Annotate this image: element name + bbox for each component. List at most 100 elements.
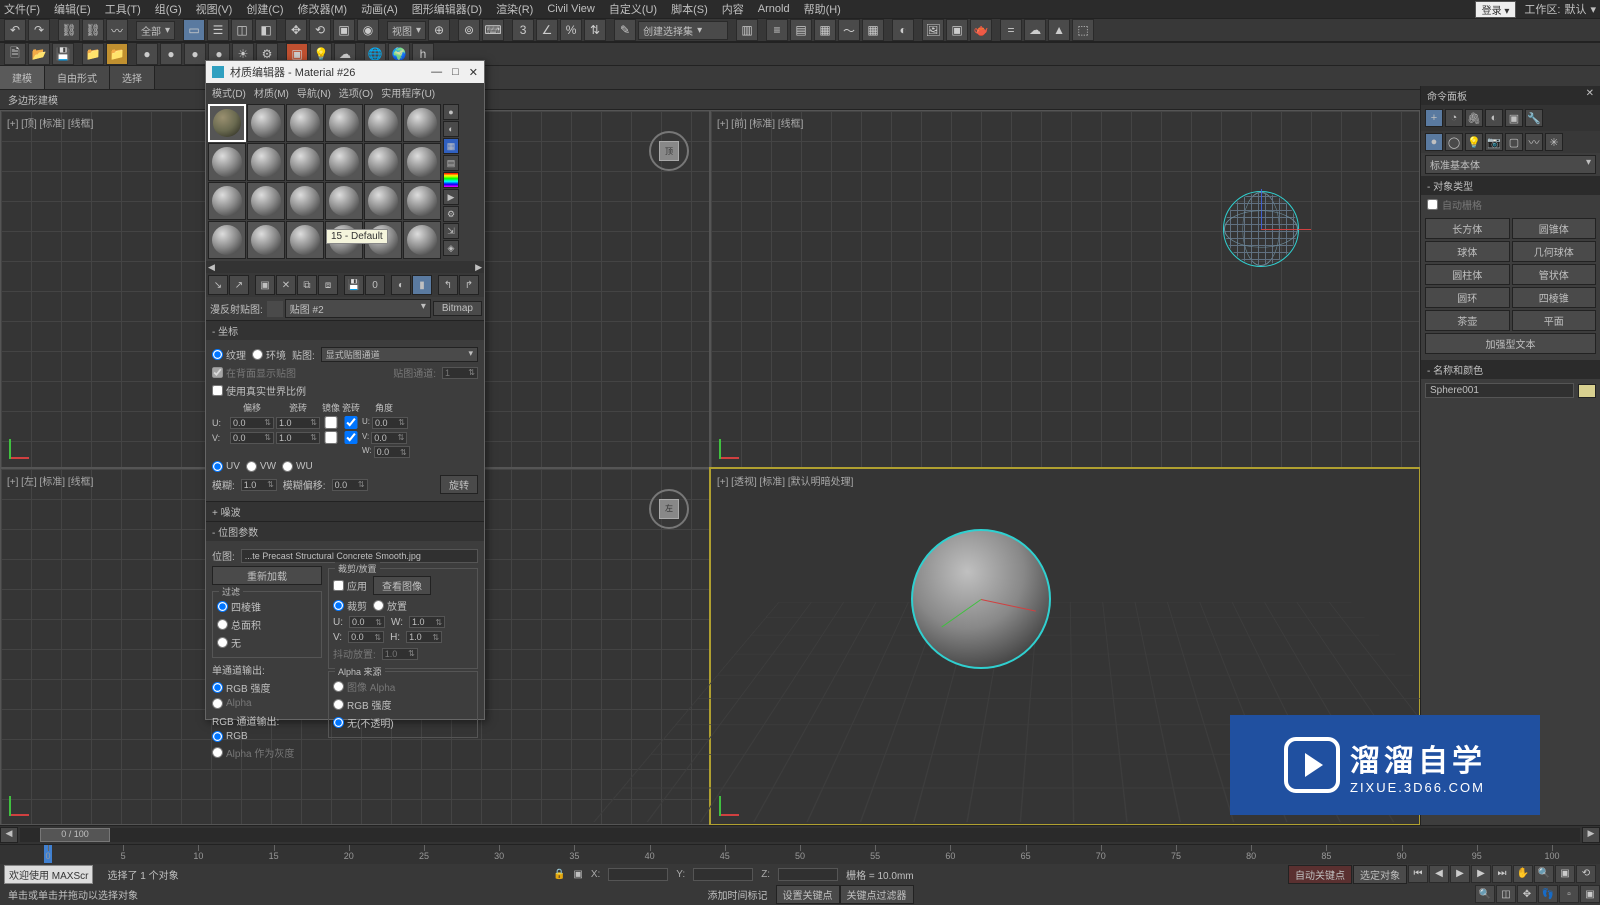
- radio-environ[interactable]: [252, 349, 263, 360]
- coord-z-input[interactable]: [778, 868, 838, 881]
- bluroff-spinner[interactable]: 0.0: [332, 479, 368, 491]
- render-button[interactable]: 🫖: [970, 19, 992, 41]
- menu-create[interactable]: 创建(C): [246, 1, 283, 17]
- viewcube-left[interactable]: 左: [649, 489, 689, 529]
- viewcube-top[interactable]: 顶: [649, 131, 689, 171]
- reload-button[interactable]: 重新加载: [212, 566, 322, 585]
- refcoord-dropdown[interactable]: 视图 ▾: [387, 21, 426, 40]
- ribbon-tab-selection[interactable]: 选择: [110, 66, 155, 89]
- zoom-ext-icon[interactable]: ▣: [1555, 865, 1575, 883]
- editnamed-button[interactable]: ✎: [614, 19, 636, 41]
- make-unique-icon[interactable]: ⧈: [318, 275, 338, 295]
- mono-rgb[interactable]: [212, 682, 223, 693]
- grid-button[interactable]: =: [1000, 19, 1022, 41]
- menu-group[interactable]: 组(G): [155, 1, 182, 17]
- v-offset-spinner[interactable]: 0.0: [230, 432, 274, 444]
- select-button[interactable]: ▭: [183, 19, 205, 41]
- menu-civilview[interactable]: Civil View: [547, 3, 594, 15]
- get-material-icon[interactable]: ↘: [208, 275, 228, 295]
- assign-to-sel-icon[interactable]: ▣: [255, 275, 275, 295]
- object-name-field[interactable]: Sphere001: [1425, 383, 1574, 398]
- subtab-cameras[interactable]: 📷: [1485, 133, 1503, 151]
- background-icon[interactable]: ▦: [443, 138, 459, 154]
- material-slot[interactable]: [403, 182, 441, 220]
- crop-crop[interactable]: [333, 600, 344, 611]
- sample-type-icon[interactable]: ●: [443, 104, 459, 120]
- w-angle-spinner[interactable]: 0.0: [374, 446, 410, 458]
- material-map-nav-icon[interactable]: ◈: [443, 240, 459, 256]
- radio-vw[interactable]: [246, 461, 257, 472]
- btn-plane[interactable]: 平面: [1512, 310, 1597, 331]
- view-image-button[interactable]: 查看图像: [373, 576, 431, 595]
- jitter-spinner[interactable]: 1.0: [382, 648, 418, 660]
- material-slot[interactable]: [364, 104, 402, 142]
- nav-pan-icon[interactable]: ✥: [1517, 885, 1537, 903]
- workspace-selector[interactable]: 工作区: 默认 ▾: [1524, 1, 1596, 17]
- layer-button[interactable]: ▤: [790, 19, 812, 41]
- autogrid-checkbox[interactable]: [1427, 199, 1438, 210]
- lock-icon[interactable]: 🔒: [553, 869, 565, 880]
- render-online-button[interactable]: ☁: [1024, 19, 1046, 41]
- login-dropdown[interactable]: 登录 ▾: [1475, 1, 1517, 18]
- minimize-button[interactable]: —: [431, 66, 442, 79]
- btn-geosphere[interactable]: 几何球体: [1512, 241, 1597, 262]
- select-name-button[interactable]: ☰: [207, 19, 229, 41]
- time-prev-button[interactable]: ◀: [0, 827, 18, 843]
- material-slot[interactable]: [208, 143, 246, 181]
- material-slot[interactable]: [325, 182, 363, 220]
- object-color-swatch[interactable]: [1578, 384, 1596, 398]
- backlight-icon[interactable]: ◐: [443, 121, 459, 137]
- btn-sphere[interactable]: 球体: [1425, 241, 1510, 262]
- mat-menu-material[interactable]: 材质(M): [254, 85, 289, 100]
- v-tile-chk[interactable]: [342, 431, 360, 444]
- radio-texture[interactable]: [212, 349, 223, 360]
- viewport-top-label[interactable]: [+] [顶] [标准] [线框]: [7, 115, 93, 130]
- sphere-wireframe[interactable]: [1223, 191, 1299, 267]
- coord-x-input[interactable]: [608, 868, 668, 881]
- material-slot[interactable]: [286, 221, 324, 259]
- material-slot[interactable]: [286, 104, 324, 142]
- zoom-icon[interactable]: 🔍: [1534, 865, 1554, 883]
- mat-menu-navigation[interactable]: 导航(N): [297, 85, 331, 100]
- new-button[interactable]: 🗎: [4, 43, 26, 65]
- schematic-button[interactable]: ▦: [862, 19, 884, 41]
- material-slot-15[interactable]: [286, 182, 324, 220]
- alpha-none[interactable]: [333, 717, 344, 728]
- project-button[interactable]: 📁: [82, 43, 104, 65]
- material-id-icon[interactable]: 0: [365, 275, 385, 295]
- material-editor-button[interactable]: ◐: [892, 19, 914, 41]
- scale-button[interactable]: ▣: [333, 19, 355, 41]
- make-copy-icon[interactable]: ⧉: [297, 275, 317, 295]
- material-slot[interactable]: [247, 182, 285, 220]
- open-button[interactable]: 📂: [28, 43, 50, 65]
- rgb-rgb[interactable]: [212, 731, 223, 742]
- name-color-header[interactable]: 名称和颜色: [1421, 360, 1600, 379]
- btn-tube[interactable]: 管状体: [1512, 264, 1597, 285]
- mapping-dropdown[interactable]: 显式贴图通道▾: [321, 347, 478, 362]
- eyedropper-icon[interactable]: [267, 301, 283, 317]
- object-type-header[interactable]: 对象类型: [1421, 176, 1600, 195]
- viewport-left-label[interactable]: [+] [左] [标准] [线框]: [7, 473, 93, 488]
- go-forward-icon[interactable]: ↱: [459, 275, 479, 295]
- maximize-button[interactable]: □: [452, 66, 459, 79]
- crop-u-spinner[interactable]: 0.0: [349, 616, 385, 628]
- go-parent-icon[interactable]: ↰: [438, 275, 458, 295]
- material-slot[interactable]: [247, 221, 285, 259]
- isolate-icon[interactable]: ▣: [573, 869, 582, 880]
- placement-button[interactable]: ◉: [357, 19, 379, 41]
- crop-apply[interactable]: [333, 580, 344, 591]
- selection-filter-dropdown[interactable]: 全部 ▾: [136, 21, 175, 40]
- subtab-helpers[interactable]: ▢: [1505, 133, 1523, 151]
- close-button[interactable]: ✕: [469, 66, 478, 79]
- goto-start-button[interactable]: ⏮: [1408, 865, 1428, 883]
- link-button[interactable]: ⛓: [58, 19, 80, 41]
- material-slot[interactable]: [325, 143, 363, 181]
- material-type-button[interactable]: Bitmap: [433, 301, 482, 316]
- time-slider-handle[interactable]: 0 / 100: [40, 828, 110, 842]
- radio-uv[interactable]: [212, 461, 223, 472]
- spinner-snap-button[interactable]: ⇅: [584, 19, 606, 41]
- keyboard-shortcut-button[interactable]: ⌨: [482, 19, 504, 41]
- material-slot[interactable]: [403, 221, 441, 259]
- crop-place[interactable]: [373, 600, 384, 611]
- crop-v-spinner[interactable]: 0.0: [348, 631, 384, 643]
